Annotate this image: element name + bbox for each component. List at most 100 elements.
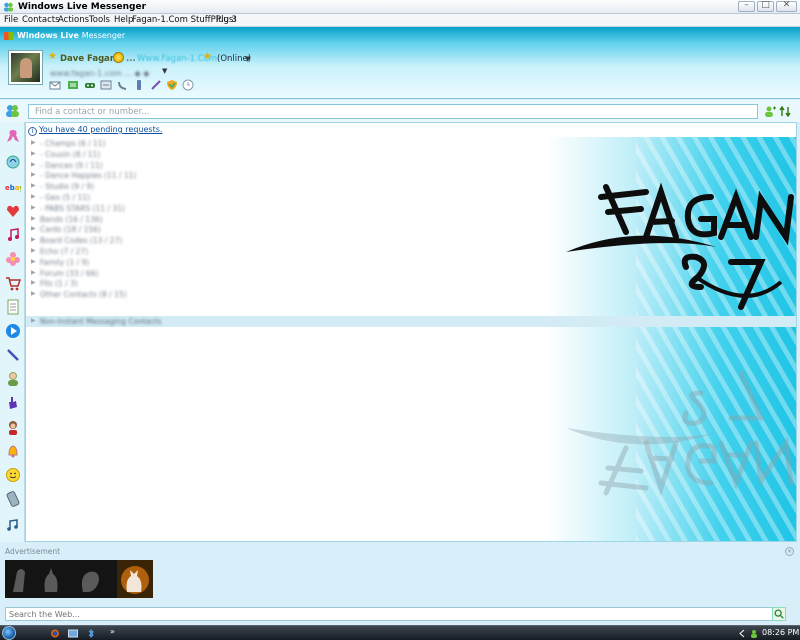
expand-arrow-icon[interactable]: ▶: [31, 204, 36, 211]
avatar[interactable]: [9, 51, 42, 84]
maximize-icon: □: [761, 0, 770, 10]
smiley-icon[interactable]: [5, 467, 21, 483]
avatar-girl-icon[interactable]: [5, 419, 21, 435]
group-name: Fits (1 / 3): [40, 279, 78, 289]
contact-group-row[interactable]: ▶ - Dance Happies (11 / 11): [26, 170, 796, 181]
contact-group-row[interactable]: ▶ Fits (1 / 3): [26, 278, 796, 289]
menu-actions[interactable]: Actions: [58, 15, 89, 25]
call-icon[interactable]: [117, 79, 129, 91]
group-name: - PABS STARS (11 / 31): [40, 203, 125, 213]
expand-arrow-icon[interactable]: ▶: [31, 225, 36, 232]
tray-messenger-icon[interactable]: [750, 629, 758, 638]
add-contact-button-icon[interactable]: [764, 106, 776, 117]
menu-file[interactable]: File: [4, 15, 18, 25]
contact-group-row[interactable]: ▶ Bands (16 / 136): [26, 214, 796, 225]
menu-plus[interactable]: Plus!: [216, 15, 237, 25]
menu-contacts[interactable]: Contacts: [22, 15, 60, 25]
expand-arrow-icon[interactable]: ▶: [31, 150, 36, 157]
hand-icon[interactable]: [5, 395, 21, 411]
expand-arrow-icon[interactable]: ▶: [31, 269, 36, 276]
contact-group-row[interactable]: ▶ Forum (33 / 66): [26, 268, 796, 279]
minimize-button[interactable]: –: [738, 0, 755, 12]
news-icon[interactable]: [5, 299, 21, 315]
contact-group-row[interactable]: ▶ - Dances (9 / 11): [26, 160, 796, 171]
maximize-button[interactable]: □: [757, 0, 774, 12]
expand-arrow-icon[interactable]: ▶: [31, 279, 36, 286]
msn-today-icon[interactable]: [5, 154, 21, 170]
expand-arrow-icon[interactable]: ▶: [31, 290, 36, 297]
contact-group-row[interactable]: ▶ - Geo (5 / 11): [26, 192, 796, 203]
web-search-button-icon[interactable]: [772, 607, 786, 621]
personal-message-dropdown-icon[interactable]: ▼: [162, 67, 167, 75]
contact-group-row[interactable]: ▶ - Cousin (8 / 11): [26, 149, 796, 160]
brush-icon[interactable]: [150, 79, 162, 91]
contact-group-row[interactable]: ▶ - Studio (9 / 9): [26, 181, 796, 192]
contact-group-row[interactable]: ▶ Other Contacts (8 / 15): [26, 289, 796, 300]
contact-search-row: [0, 100, 800, 122]
expand-arrow-icon[interactable]: ▶: [31, 171, 36, 178]
expand-arrow-icon[interactable]: ▶: [31, 247, 36, 254]
tray-arrow-icon[interactable]: [738, 629, 746, 638]
close-button[interactable]: ✕: [776, 0, 797, 12]
contact-group-row[interactable]: ▶ - PABS STARS (11 / 31): [26, 203, 796, 214]
music-icon[interactable]: [5, 517, 21, 533]
heart-icon[interactable]: [5, 203, 21, 219]
group-name: Bands (16 / 136): [40, 214, 103, 224]
ribbon-icon[interactable]: [5, 128, 21, 144]
status-dropdown-icon[interactable]: ▼: [245, 55, 250, 63]
spaces-icon[interactable]: [67, 79, 79, 91]
music-note-icon[interactable]: [5, 227, 21, 243]
contact-group-row[interactable]: ▶ Board Codes (13 / 27): [26, 235, 796, 246]
flower-icon[interactable]: [5, 251, 21, 267]
firefox-icon[interactable]: [50, 629, 60, 638]
play-icon[interactable]: [5, 323, 21, 339]
show-desktop-icon[interactable]: [68, 629, 78, 638]
contact-group-row[interactable]: ▶ Cards (18 / 156): [26, 224, 796, 235]
shopping-cart-icon[interactable]: [5, 275, 21, 291]
device-icon[interactable]: [133, 79, 145, 91]
pending-requests-link[interactable]: i You have 40 pending requests.: [28, 125, 162, 136]
minimize-icon: –: [744, 0, 749, 10]
contact-search-input[interactable]: [28, 104, 758, 119]
ad-close-icon[interactable]: ×: [785, 547, 794, 556]
activities-icon[interactable]: [100, 79, 112, 91]
expand-arrow-icon[interactable]: ▶: [31, 317, 36, 324]
contact-group-row[interactable]: ▶ Family (1 / 9): [26, 257, 796, 268]
advertisement-banner[interactable]: [5, 560, 153, 598]
menu-help[interactable]: Help: [114, 15, 133, 25]
expand-arrow-icon[interactable]: ▶: [31, 161, 36, 168]
add-contact-icon[interactable]: [5, 104, 20, 118]
ebay-icon[interactable]: ebay: [5, 179, 21, 195]
clock[interactable]: 08:26 PM: [762, 628, 799, 637]
person-icon[interactable]: [5, 371, 21, 387]
expand-arrow-icon[interactable]: ▶: [31, 139, 36, 146]
messenger-buddy-icon: [4, 2, 13, 12]
expand-arrow-icon[interactable]: ▶: [31, 193, 36, 200]
expand-arrow-icon[interactable]: ▶: [31, 258, 36, 265]
expand-arrow-icon[interactable]: ▶: [31, 182, 36, 189]
expand-arrow-icon[interactable]: ▶: [31, 236, 36, 243]
group-name: Echo (7 / 27): [40, 247, 89, 256]
clock-icon[interactable]: [182, 79, 194, 91]
pencil-icon[interactable]: [5, 347, 21, 363]
menu-tools[interactable]: Tools: [89, 15, 110, 25]
contact-group-row[interactable]: ▶ - Champs (6 / 11): [26, 138, 796, 149]
shield-icon[interactable]: [166, 79, 178, 91]
brand-rest: Messenger: [81, 31, 126, 40]
personal-message[interactable]: www.fagan-1.com ... ◆ ◆: [50, 69, 149, 78]
contact-group-row[interactable]: ▶ Echo (7 / 27): [26, 246, 796, 257]
start-button-icon[interactable]: [2, 626, 16, 640]
taskbar-overflow[interactable]: »: [110, 627, 115, 636]
bell-icon[interactable]: [5, 443, 21, 459]
bluetooth-icon[interactable]: [86, 629, 96, 638]
web-search-input[interactable]: [5, 607, 785, 621]
games-icon[interactable]: [84, 79, 96, 91]
contact-group-row-selected[interactable]: ▶ Non-Instant Messaging Contacts: [26, 316, 796, 327]
mail-icon[interactable]: [49, 79, 61, 91]
phone-icon[interactable]: [5, 491, 21, 507]
pending-requests-text[interactable]: You have 40 pending requests.: [39, 125, 162, 134]
expand-arrow-icon[interactable]: ▶: [31, 215, 36, 222]
sort-contacts-icon[interactable]: [779, 106, 791, 117]
group-name: Board Codes (13 / 27): [40, 236, 123, 246]
windows-flag-icon: [4, 32, 13, 40]
